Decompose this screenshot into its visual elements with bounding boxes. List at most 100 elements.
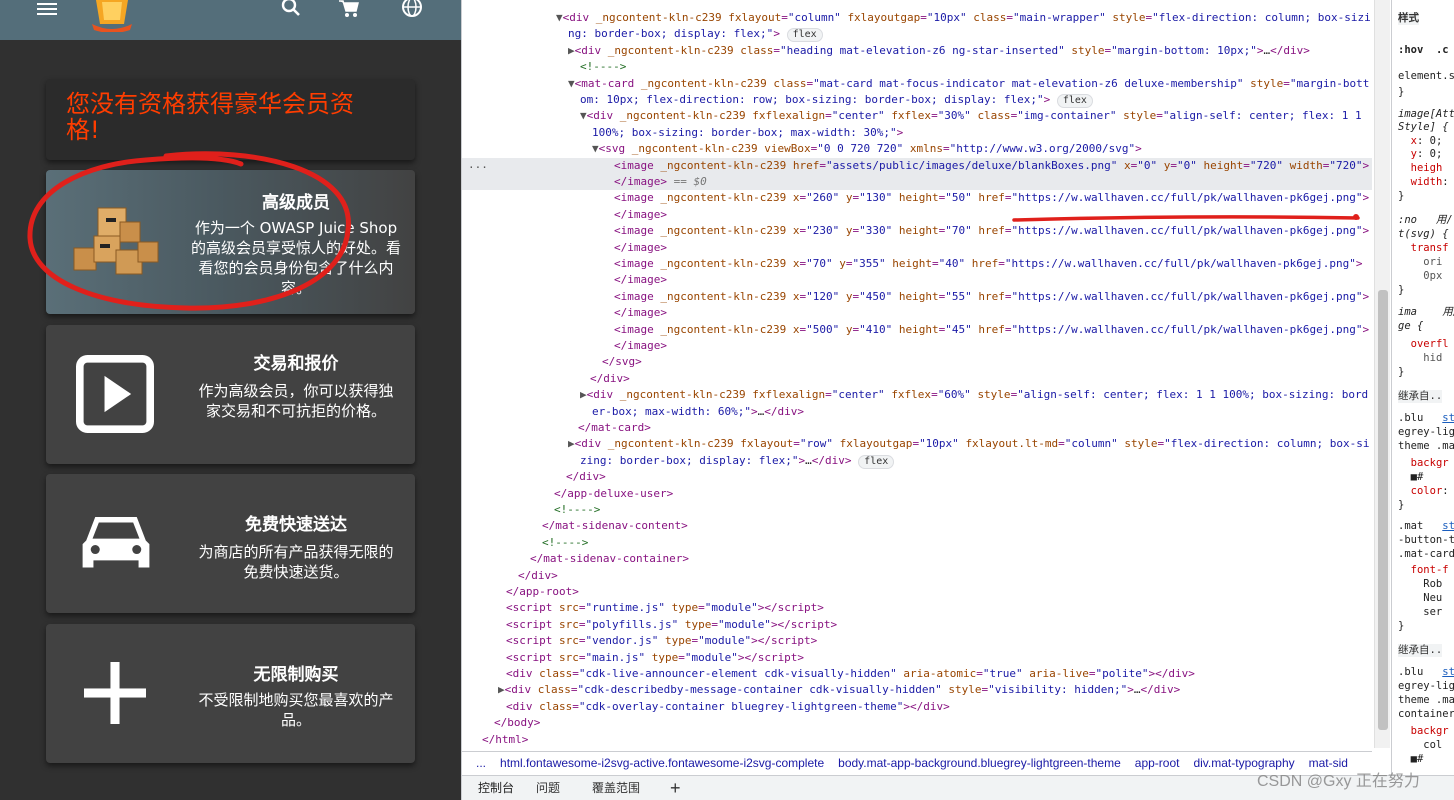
dom-node-line[interactable]: </mat-sidenav-container>: [462, 551, 1372, 567]
style-rule-line[interactable]: overfl: [1398, 338, 1449, 351]
juice-shop-logo-icon[interactable]: [88, 0, 136, 32]
dom-node-line[interactable]: <image _ngcontent-kln-c239 x="260" y="13…: [462, 190, 1372, 206]
style-rule-line[interactable]: transf: [1398, 242, 1449, 255]
style-rule-line[interactable]: ima 用/: [1398, 306, 1454, 319]
style-rule-line[interactable]: heigh: [1398, 162, 1443, 175]
dom-node-line[interactable]: <script src="polyfills.js" type="module"…: [462, 617, 1372, 633]
style-rule-line[interactable]: 继承自..: [1398, 390, 1443, 403]
style-rule-line[interactable]: width:: [1398, 176, 1449, 189]
dom-node-line[interactable]: <script src="vendor.js" type="module"></…: [462, 633, 1372, 649]
breadcrumb-item[interactable]: ...: [476, 752, 486, 774]
dom-node-line[interactable]: 100%; box-sizing: border-box; max-width:…: [462, 125, 1372, 141]
dom-node-line[interactable]: </svg>: [462, 354, 1372, 370]
style-rule-line[interactable]: egrey-lig: [1398, 426, 1454, 439]
style-rule-line[interactable]: ■#: [1398, 471, 1424, 484]
style-rule-line[interactable]: .mat st: [1398, 520, 1454, 533]
style-rule-line[interactable]: 0px: [1398, 270, 1442, 283]
style-rule-line[interactable]: ser: [1398, 606, 1442, 619]
dom-node-line[interactable]: ▶<div class="cdk-describedby-message-con…: [462, 682, 1372, 698]
dom-node-line[interactable]: </div>: [462, 371, 1372, 387]
style-rule-line[interactable]: :hov .c: [1398, 44, 1449, 57]
style-rule-line[interactable]: image[Att: [1398, 108, 1454, 121]
dom-node-line[interactable]: </image>: [462, 305, 1372, 321]
style-rule-line[interactable]: ori: [1398, 256, 1442, 269]
dom-node-line[interactable]: ▼<mat-card _ngcontent-kln-c239 class="ma…: [462, 76, 1372, 92]
style-rule-line[interactable]: }: [1398, 620, 1404, 633]
style-rule-line[interactable]: 继承自..: [1398, 644, 1443, 657]
language-globe-icon[interactable]: [401, 0, 423, 18]
dom-node-line[interactable]: ng: border-box; display: flex;"> flex: [462, 26, 1372, 43]
style-rule-line[interactable]: color:: [1398, 485, 1449, 498]
dom-node-line[interactable]: <image _ngcontent-kln-c239 x="70" y="355…: [462, 256, 1372, 272]
dom-node-line[interactable]: <!---->: [462, 535, 1372, 551]
dom-node-line[interactable]: ▼<div _ngcontent-kln-c239 fxflexalign="c…: [462, 108, 1372, 124]
style-rule-line[interactable]: }: [1398, 284, 1404, 297]
dom-node-line[interactable]: </image> == $0: [462, 174, 1372, 191]
dom-node-line[interactable]: <image _ngcontent-kln-c239 href="assets/…: [462, 157, 1372, 174]
style-rule-line[interactable]: theme .ma: [1398, 694, 1454, 707]
dom-node-line[interactable]: </image>: [462, 272, 1372, 288]
style-rule-line[interactable]: hid: [1398, 352, 1442, 365]
dom-node-line[interactable]: om: 10px; flex-direction: row; box-sizin…: [462, 92, 1372, 108]
style-rule-line[interactable]: col: [1398, 739, 1442, 752]
style-rule-line[interactable]: }: [1398, 366, 1404, 379]
dom-node-line[interactable]: </app-deluxe-user>: [462, 486, 1372, 502]
style-rule-line[interactable]: :no 用/: [1398, 214, 1453, 227]
dom-node-line[interactable]: <script src="runtime.js" type="module"><…: [462, 600, 1372, 616]
dom-node-line[interactable]: er-box; max-width: 60%;">…</div>: [462, 404, 1372, 420]
breadcrumb-item[interactable]: html.fontawesome-i2svg-active.fontawesom…: [500, 752, 824, 774]
dom-node-line[interactable]: ▶<div _ngcontent-kln-c239 class="heading…: [462, 43, 1372, 59]
breadcrumb-item[interactable]: app-root: [1135, 752, 1180, 774]
selected-node-gutter[interactable]: ...: [468, 158, 488, 171]
style-rule-line[interactable]: }: [1398, 86, 1404, 99]
style-rule-line[interactable]: Style] {: [1398, 121, 1449, 134]
dom-node-line[interactable]: <!---->: [462, 59, 1372, 75]
dom-node-line[interactable]: <image _ngcontent-kln-c239 x="500" y="41…: [462, 322, 1372, 338]
style-rule-line[interactable]: 样式: [1398, 12, 1419, 25]
style-rule-line[interactable]: .blu st: [1398, 412, 1454, 425]
dom-node-line[interactable]: ▶<div _ngcontent-kln-c239 fxlayout="row"…: [462, 436, 1372, 452]
dom-node-line[interactable]: </body>: [462, 715, 1372, 731]
style-rule-line[interactable]: backgr: [1398, 457, 1449, 470]
cart-icon[interactable]: [338, 0, 360, 18]
style-rule-line[interactable]: egrey-lig: [1398, 680, 1454, 693]
style-rule-line[interactable]: theme .ma: [1398, 440, 1454, 453]
tab-issues[interactable]: 问题: [536, 776, 560, 800]
style-rule-line[interactable]: backgr: [1398, 725, 1449, 738]
style-rule-line[interactable]: }: [1398, 190, 1404, 203]
styles-pane[interactable]: 样式:hov .c element.s} image[Att Style] { x: …: [1391, 0, 1454, 800]
dom-scrollbar[interactable]: [1374, 0, 1390, 748]
dom-node-line[interactable]: </mat-card>: [462, 420, 1372, 436]
elements-dom-tree[interactable]: ▼<div _ngcontent-kln-c239 fxlayout="colu…: [462, 0, 1372, 748]
dom-node-line[interactable]: <script src="main.js" type="module"></sc…: [462, 650, 1372, 666]
dom-node-line[interactable]: ▶<div _ngcontent-kln-c239 fxflexalign="c…: [462, 387, 1372, 403]
dom-node-line[interactable]: <image _ngcontent-kln-c239 x="120" y="45…: [462, 289, 1372, 305]
dom-node-line[interactable]: <div class="cdk-overlay-container bluegr…: [462, 699, 1372, 715]
breadcrumb-item[interactable]: body.mat-app-background.bluegrey-lightgr…: [838, 752, 1121, 774]
style-rule-line[interactable]: .blu st: [1398, 666, 1454, 679]
dom-node-line[interactable]: <image _ngcontent-kln-c239 x="230" y="33…: [462, 223, 1372, 239]
dom-node-line[interactable]: </div>: [462, 469, 1372, 485]
dom-node-line[interactable]: ▼<div _ngcontent-kln-c239 fxlayout="colu…: [462, 10, 1372, 26]
dom-node-line[interactable]: zing: border-box; display: flex;">…</div…: [462, 453, 1372, 469]
dom-node-line[interactable]: <!---->: [462, 502, 1372, 518]
style-rule-line[interactable]: container: [1398, 708, 1454, 721]
dom-node-line[interactable]: </div>: [462, 568, 1372, 584]
style-rule-line[interactable]: }: [1398, 499, 1404, 512]
dom-node-line[interactable]: </html>: [462, 732, 1372, 748]
dom-node-line[interactable]: </image>: [462, 338, 1372, 354]
add-tab-button[interactable]: +: [670, 776, 681, 800]
style-rule-line[interactable]: x: 0;: [1398, 135, 1443, 148]
dom-node-line[interactable]: </mat-sidenav-content>: [462, 518, 1372, 534]
dom-node-line[interactable]: </app-root>: [462, 584, 1372, 600]
dom-node-line[interactable]: ▼<svg _ngcontent-kln-c239 viewBox="0 0 7…: [462, 141, 1372, 157]
search-icon[interactable]: [280, 0, 302, 18]
menu-icon[interactable]: [37, 0, 59, 18]
style-rule-line[interactable]: t(svg) {: [1398, 228, 1449, 241]
style-rule-line[interactable]: ■#: [1398, 753, 1424, 766]
dom-node-line[interactable]: </image>: [462, 240, 1372, 256]
style-rule-line[interactable]: -button-t: [1398, 534, 1454, 547]
style-rule-line[interactable]: Neu: [1398, 592, 1442, 605]
tab-console[interactable]: 控制台: [478, 776, 514, 800]
dom-node-line[interactable]: <div class="cdk-live-announcer-element c…: [462, 666, 1372, 682]
